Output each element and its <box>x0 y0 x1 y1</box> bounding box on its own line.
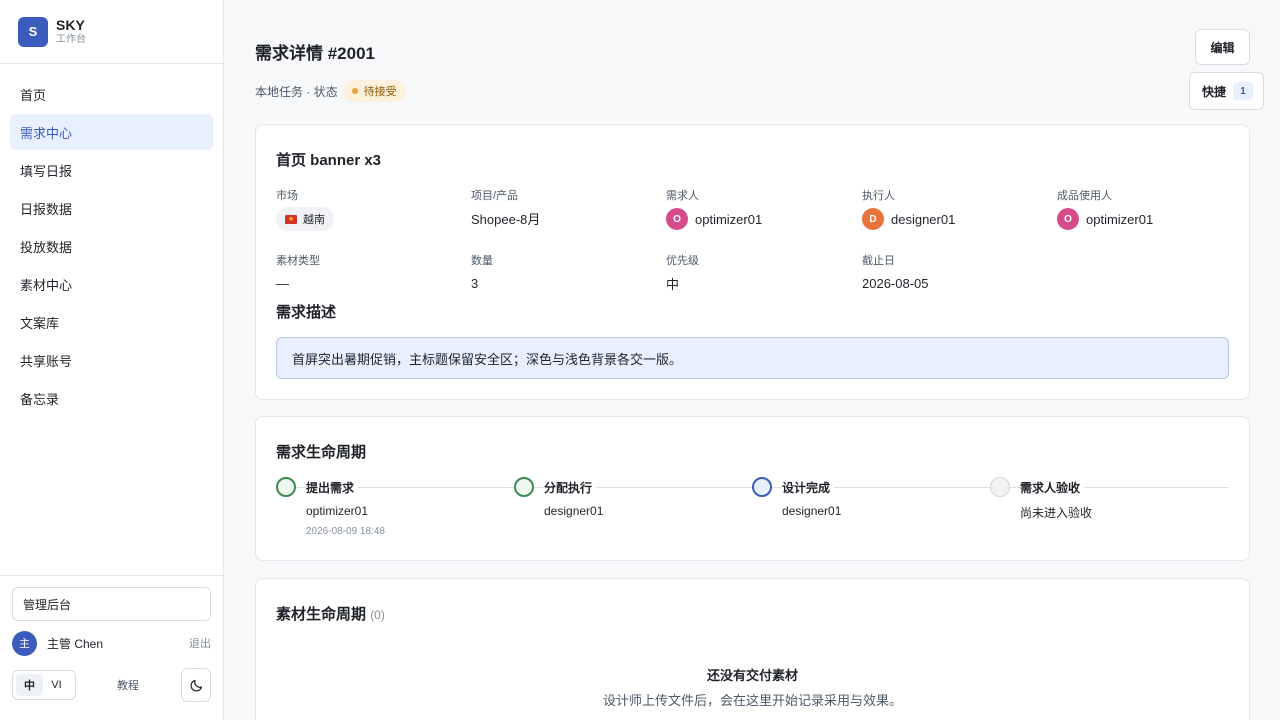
sidebar-item-memos[interactable]: 备忘录 <box>10 380 213 416</box>
avatar: D <box>862 208 884 230</box>
requester-label: 需求人 <box>666 190 699 202</box>
lifecycle-step: 设计完成 designer01 <box>752 477 952 547</box>
description-box: 首屏突出暑期促销，主标题保留安全区；深色与浅色背景各交一版。 <box>276 337 1229 379</box>
moon-icon <box>189 679 202 692</box>
sidebar-item-copy-library[interactable]: 文案库 <box>10 304 213 340</box>
brand-name: SKY <box>56 16 85 33</box>
status-line: 本地任务 · 状态 待接受 <box>255 79 406 103</box>
step-title: 提出需求 <box>306 479 359 496</box>
user-row: 主 主管 Chen 退出 <box>12 629 211 657</box>
sidebar-footer: 管理后台 主 主管 Chen 退出 中 VI 教程 <box>0 575 223 720</box>
material-type-label: 素材类型 <box>276 255 320 267</box>
request-lifecycle-card: 需求生命周期 提出需求 optimizer01 2026-08-09 18:48… <box>255 416 1250 561</box>
request-detail-card: 首页 banner x3 市场 ★ 越南 项目/产品 Shopee-8月 需求人… <box>255 124 1250 400</box>
material-lifecycle-card: 素材生命周期 (0) 还没有交付素材 设计师上传文件后，会在这里开始记录采用与效… <box>255 578 1250 720</box>
description-title: 需求描述 <box>276 304 337 321</box>
vietnam-flag-icon: ★ <box>285 214 297 224</box>
admin-console-button[interactable]: 管理后台 <box>12 587 211 621</box>
step-current-icon <box>752 477 772 497</box>
quantity-value: 3 <box>471 275 479 291</box>
quantity-label: 数量 <box>471 255 493 267</box>
materials-title-text: 素材生命周期 <box>276 606 367 623</box>
brand-subtitle: 工作台 <box>56 33 86 45</box>
sidebar-item-daily-report[interactable]: 填写日报 <box>10 152 213 188</box>
market-value: ★ 越南 <box>276 207 334 231</box>
end-user-value: O optimizer01 <box>1057 207 1153 231</box>
status-badge: 待接受 <box>342 80 406 102</box>
sidebar: S SKY 工作台 首页 需求中心 填写日报 日报数据 投放数据 素材中心 文案… <box>0 0 224 720</box>
material-type-value: — <box>276 275 289 291</box>
quick-actions-label: 快捷 <box>1202 84 1227 99</box>
project-value: Shopee-8月 <box>471 211 541 227</box>
sidebar-tools: 中 VI 教程 <box>12 667 211 703</box>
avatar: 主 <box>12 630 37 656</box>
step-person: 尚未进入验收 <box>1020 506 1093 520</box>
task-source-label: 本地任务 · 状态 <box>255 84 338 99</box>
edit-button[interactable]: 编辑 <box>1195 29 1250 65</box>
step-person: designer01 <box>544 504 604 518</box>
status-dot-icon <box>351 88 358 94</box>
executor-label: 执行人 <box>862 190 895 202</box>
brand-logo[interactable]: S <box>18 16 48 47</box>
sidebar-item-materials[interactable]: 素材中心 <box>10 266 213 302</box>
step-done-icon <box>514 477 534 497</box>
step-title: 需求人验收 <box>1020 479 1085 496</box>
sidebar-item-report-data[interactable]: 日报数据 <box>10 190 213 226</box>
sidebar-item-home[interactable]: 首页 <box>10 76 213 112</box>
theme-toggle-button[interactable] <box>181 668 211 702</box>
lang-option-zh[interactable]: 中 <box>16 674 43 696</box>
sidebar-item-shared-accounts[interactable]: 共享账号 <box>10 342 213 378</box>
market-badge: ★ 越南 <box>276 207 334 231</box>
executor-value: D designer01 <box>862 207 955 231</box>
step-title: 设计完成 <box>782 479 835 496</box>
sidebar-nav: 首页 需求中心 填写日报 日报数据 投放数据 素材中心 文案库 共享账号 备忘录 <box>0 64 223 416</box>
market-label: 市场 <box>276 190 298 202</box>
language-switch: 中 VI <box>12 670 76 700</box>
step-title: 分配执行 <box>544 479 597 496</box>
lang-option-vi[interactable]: VI <box>43 674 70 696</box>
lifecycle-step: 分配执行 designer01 <box>514 477 714 547</box>
executor-name: designer01 <box>891 211 956 227</box>
status-text: 待接受 <box>363 86 397 98</box>
step-time: 2026-08-09 18:48 <box>306 526 385 537</box>
page-title: 需求详情 #2001 <box>255 44 375 63</box>
sidebar-item-requests[interactable]: 需求中心 <box>10 114 213 150</box>
step-pending-icon <box>990 477 1010 497</box>
empty-state-subtitle: 设计师上传文件后，会在这里开始记录采用与效果。 <box>602 693 902 708</box>
main-content: 需求详情 #2001 本地任务 · 状态 待接受 编辑 快捷 1 首页 bann… <box>224 0 1280 720</box>
lifecycle-title: 需求生命周期 <box>276 444 367 461</box>
end-user-name: optimizer01 <box>1086 211 1154 227</box>
requester-name: optimizer01 <box>695 211 763 227</box>
deadline-value: 2026-08-05 <box>862 275 929 291</box>
deadline-label: 截止日 <box>862 255 895 267</box>
project-label: 项目/产品 <box>471 190 519 202</box>
empty-state-title: 还没有交付素材 <box>706 668 798 683</box>
avatar: O <box>666 208 688 230</box>
tutorial-link[interactable]: 教程 <box>117 677 139 693</box>
avatar: O <box>1057 208 1079 230</box>
sidebar-item-ad-data[interactable]: 投放数据 <box>10 228 213 264</box>
market-text: 越南 <box>303 214 325 226</box>
step-person: designer01 <box>782 504 842 518</box>
lifecycle-step: 需求人验收 尚未进入验收 <box>990 477 1190 547</box>
brand-text: SKY 工作台 <box>56 17 86 47</box>
end-user-label: 成品使用人 <box>1057 190 1112 202</box>
lifecycle-step: 提出需求 optimizer01 2026-08-09 18:48 <box>276 477 476 547</box>
user-name: 主管 Chen <box>47 636 104 651</box>
logout-button[interactable]: 退出 <box>189 635 211 651</box>
materials-count: (0) <box>370 608 385 622</box>
quick-actions-count: 1 <box>1233 82 1254 100</box>
brand-header: S SKY 工作台 <box>0 0 223 64</box>
step-done-icon <box>276 477 296 497</box>
requester-value: O optimizer01 <box>666 207 762 231</box>
priority-label: 优先级 <box>666 255 699 267</box>
materials-title: 素材生命周期 (0) <box>276 603 385 624</box>
step-person: optimizer01 <box>306 504 369 518</box>
request-title: 首页 banner x3 <box>276 152 382 169</box>
quick-actions-button[interactable]: 快捷 1 <box>1189 72 1264 110</box>
priority-value: 中 <box>666 276 680 292</box>
